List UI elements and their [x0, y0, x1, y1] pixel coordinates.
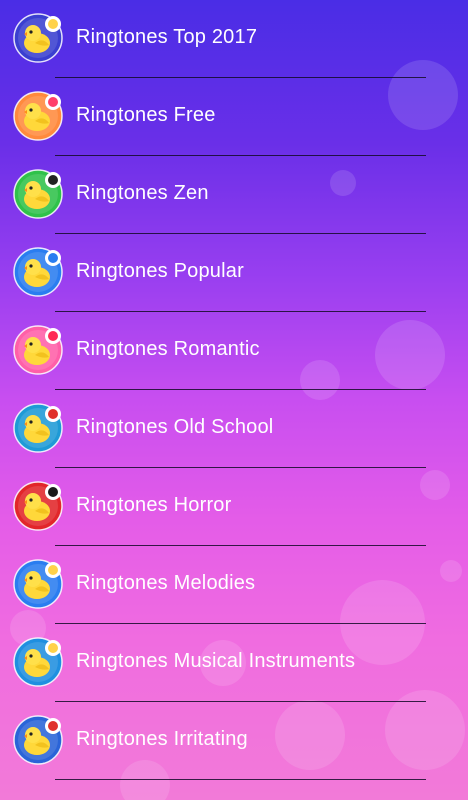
list-item-label: Ringtones Zen: [76, 182, 209, 204]
list-item-free[interactable]: Ringtones Free: [0, 78, 468, 156]
list-item-zen[interactable]: Ringtones Zen: [0, 156, 468, 234]
sheet-music-icon: [13, 559, 63, 609]
list-item-musical-instruments[interactable]: Ringtones Musical Instruments: [0, 624, 468, 702]
music-note-icon: [13, 91, 63, 141]
list-item-melodies[interactable]: Ringtones Melodies: [0, 546, 468, 624]
heart-icon: [13, 325, 63, 375]
list-item-romantic[interactable]: Ringtones Romantic: [0, 312, 468, 390]
list-item-label: Ringtones Irritating: [76, 728, 248, 750]
list-item-label: Ringtones Romantic: [76, 338, 260, 360]
list-item-label: Ringtones Musical Instruments: [76, 650, 356, 672]
divider: [55, 779, 426, 780]
list-item-popular[interactable]: Ringtones Popular: [0, 234, 468, 312]
list-item-horror[interactable]: Ringtones Horror: [0, 468, 468, 546]
thumbs-up-icon: [13, 247, 63, 297]
telephone-icon: [13, 403, 63, 453]
list-item-top-2017[interactable]: Ringtones Top 2017: [0, 0, 468, 78]
list-item-irritating[interactable]: Ringtones Irritating: [0, 702, 468, 780]
list-item-label: Ringtones Top 2017: [76, 26, 258, 48]
list-item-label: Ringtones Melodies: [76, 572, 256, 594]
list-item-old-school[interactable]: Ringtones Old School: [0, 390, 468, 468]
list-item-label: Ringtones Free: [76, 104, 216, 126]
bat-icon: [13, 481, 63, 531]
alarm-icon: [13, 715, 63, 765]
list-item-label: Ringtones Old School: [76, 416, 274, 438]
yin-yang-icon: [13, 169, 63, 219]
list-item-label: Ringtones Popular: [76, 260, 244, 282]
list-item-label: Ringtones Horror: [76, 494, 232, 516]
ringtone-category-list: Ringtones Top 2017 Ringtones Free Ringto…: [0, 0, 468, 800]
trophy-icon: [13, 13, 63, 63]
guitar-icon: [13, 637, 63, 687]
